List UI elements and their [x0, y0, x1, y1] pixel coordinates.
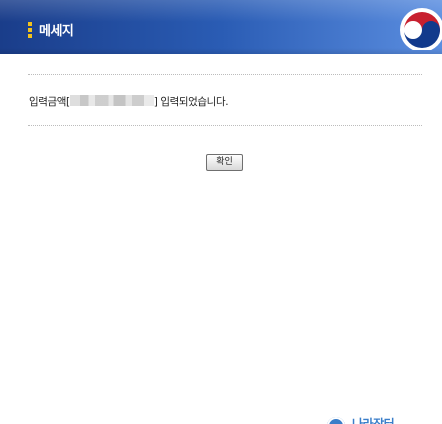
page-title: 메세지 [39, 24, 74, 39]
header-gloss [0, 0, 442, 22]
redacted-amount [69, 95, 154, 106]
footer-logo: 나라장터 [326, 414, 442, 424]
message-prefix: 입력금액[ [29, 96, 70, 108]
title-marker-icon [28, 22, 32, 38]
message-suffix: ] 입력되었습니다. [153, 96, 229, 108]
message-text: 입력금액[ ] 입력되었습니다. [29, 94, 229, 109]
footer-logo-text: 나라장터 [352, 417, 395, 424]
divider-top [28, 74, 422, 75]
header-shadow [0, 48, 442, 54]
ok-button[interactable]: 확인 [206, 154, 243, 171]
government-logo-icon [327, 417, 345, 424]
taegeuk-emblem-icon [400, 8, 442, 50]
divider-bottom [28, 125, 422, 126]
window-header: 메세지 [0, 0, 442, 54]
